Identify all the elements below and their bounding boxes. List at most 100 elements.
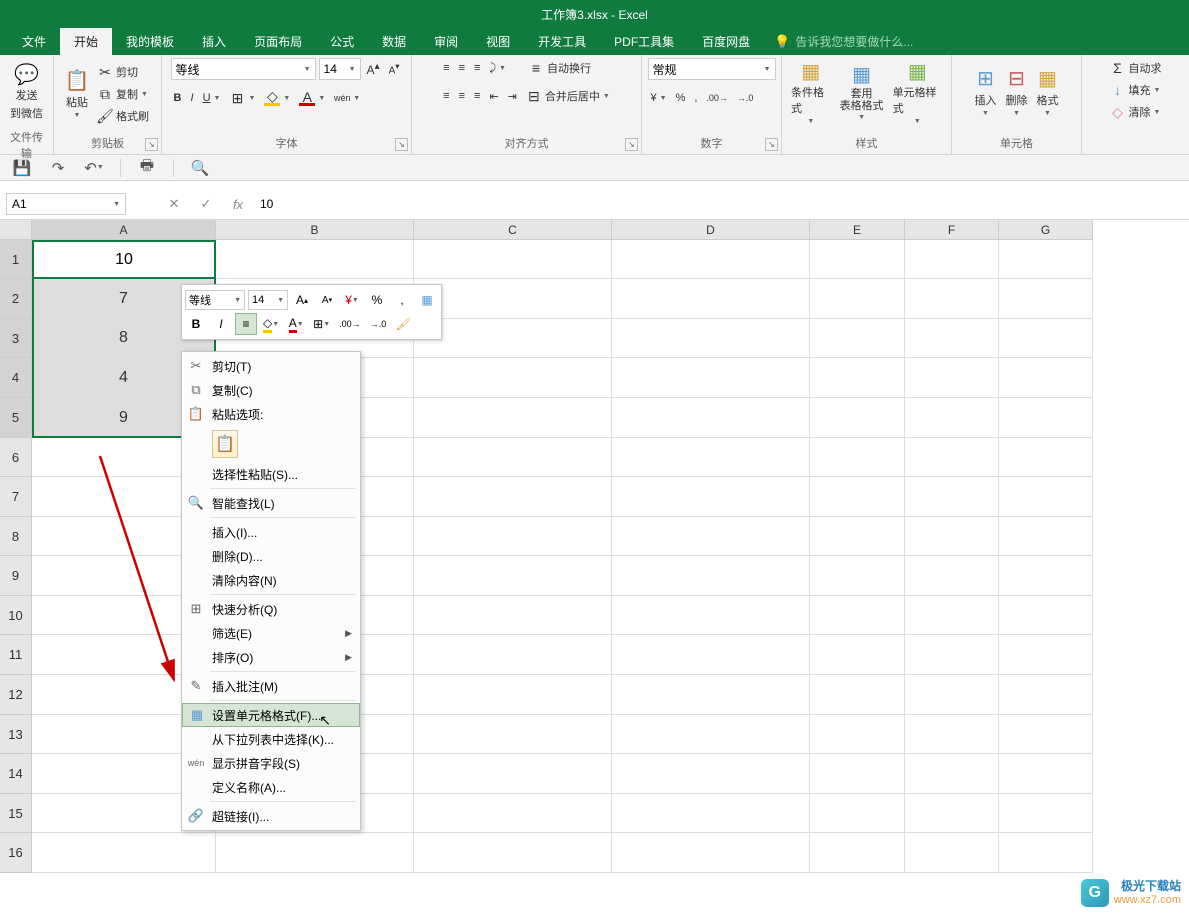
currency-button[interactable]: ¥▼	[648, 88, 670, 108]
align-launcher[interactable]: ↘	[625, 138, 638, 151]
formula-input[interactable]: 10	[252, 197, 1189, 211]
increase-indent-button[interactable]: ⇥	[505, 86, 520, 106]
orientation-button[interactable]: ⤸▼	[486, 58, 509, 78]
tab-pdf[interactable]: PDF工具集	[600, 28, 688, 55]
font-color-button[interactable]: A▼	[296, 88, 328, 108]
tellme-box[interactable]: 💡 告诉我您想要做什么...	[764, 28, 923, 55]
tab-insert[interactable]: 插入	[188, 28, 240, 55]
cell-C3[interactable]	[414, 319, 612, 358]
number-launcher[interactable]: ↘	[765, 138, 778, 151]
tab-dev[interactable]: 开发工具	[524, 28, 600, 55]
cell-C9[interactable]	[414, 556, 612, 596]
cell-F15[interactable]	[905, 794, 999, 833]
cell-E2[interactable]	[810, 279, 905, 319]
tab-review[interactable]: 审阅	[420, 28, 472, 55]
row-header-12[interactable]: 12	[0, 675, 32, 715]
cell-E14[interactable]	[810, 754, 905, 794]
cell-D7[interactable]	[612, 477, 810, 517]
col-header-D[interactable]: D	[612, 220, 810, 240]
cell-F7[interactable]	[905, 477, 999, 517]
tab-formula[interactable]: 公式	[316, 28, 368, 55]
cell-E11[interactable]	[810, 635, 905, 675]
cell-A16[interactable]	[32, 833, 216, 873]
cell-G5[interactable]	[999, 398, 1093, 438]
col-header-G[interactable]: G	[999, 220, 1093, 240]
ctx-dropdown-pick[interactable]: 从下拉列表中选择(K)...	[182, 727, 360, 751]
mini-italic-button[interactable]: I	[210, 313, 232, 335]
qat-redo-button[interactable]: ↷	[48, 158, 68, 178]
cell-G13[interactable]	[999, 715, 1093, 754]
format-cells-button[interactable]: ▦格式▼	[1034, 58, 1062, 126]
cell-F8[interactable]	[905, 517, 999, 556]
cell-F9[interactable]	[905, 556, 999, 596]
row-header-11[interactable]: 11	[0, 635, 32, 675]
row-header-2[interactable]: 2	[0, 279, 32, 319]
cell-D3[interactable]	[612, 319, 810, 358]
format-painter-button[interactable]: 🖌格式刷	[94, 106, 152, 126]
ctx-format-cells[interactable]: ▦设置单元格格式(F)... ↖	[182, 703, 360, 727]
cell-E12[interactable]	[810, 675, 905, 715]
mini-inc-decimal-button[interactable]: .00→	[336, 313, 364, 335]
cell-C15[interactable]	[414, 794, 612, 833]
ctx-insert-comment[interactable]: ✎插入批注(M)	[182, 674, 360, 698]
cell-G10[interactable]	[999, 596, 1093, 635]
row-header-14[interactable]: 14	[0, 754, 32, 794]
decrease-font-button[interactable]: A▾	[386, 59, 403, 79]
percent-button[interactable]: %	[673, 88, 689, 108]
merge-center-button[interactable]: ⊟合并后居中▼	[523, 86, 613, 106]
tab-home[interactable]: 开始	[60, 28, 112, 55]
tab-file[interactable]: 文件	[8, 28, 60, 55]
cell-C4[interactable]	[414, 358, 612, 398]
align-right-button[interactable]: ≡	[471, 86, 483, 106]
cell-E6[interactable]	[810, 438, 905, 477]
mini-font-color-button[interactable]: A▼	[285, 313, 307, 335]
cell-G12[interactable]	[999, 675, 1093, 715]
select-all-corner[interactable]	[0, 220, 32, 240]
cell-F6[interactable]	[905, 438, 999, 477]
font-name-select[interactable]: 等线▼	[171, 58, 316, 80]
insert-cells-button[interactable]: ⊞插入▼	[972, 58, 1000, 126]
cell-C10[interactable]	[414, 596, 612, 635]
mini-inc-font-button[interactable]: A▴	[291, 289, 313, 311]
comma-button[interactable]: ,	[691, 88, 700, 108]
cell-E3[interactable]	[810, 319, 905, 358]
cell-C1[interactable]	[414, 240, 612, 279]
align-bottom-button[interactable]: ≡	[471, 58, 483, 78]
cell-G8[interactable]	[999, 517, 1093, 556]
align-left-button[interactable]: ≡	[440, 86, 452, 106]
conditional-format-button[interactable]: ▦条件格式▼	[788, 58, 834, 127]
cell-G11[interactable]	[999, 635, 1093, 675]
qat-print-button[interactable]: 🖶	[137, 158, 157, 178]
ctx-filter[interactable]: 筛选(E)▶	[182, 621, 360, 645]
cell-D8[interactable]	[612, 517, 810, 556]
cell-C2[interactable]	[414, 279, 612, 319]
cell-F14[interactable]	[905, 754, 999, 794]
tab-data[interactable]: 数据	[368, 28, 420, 55]
cell-E16[interactable]	[810, 833, 905, 873]
row-header-13[interactable]: 13	[0, 715, 32, 754]
cell-D9[interactable]	[612, 556, 810, 596]
mini-format-painter-button[interactable]: 🖌	[392, 313, 414, 335]
col-header-C[interactable]: C	[414, 220, 612, 240]
cell-E13[interactable]	[810, 715, 905, 754]
cell-D10[interactable]	[612, 596, 810, 635]
tab-baidu[interactable]: 百度网盘	[688, 28, 764, 55]
border-button[interactable]: ⊞▼	[226, 88, 258, 108]
ctx-insert[interactable]: 插入(I)...	[182, 520, 360, 544]
cell-F3[interactable]	[905, 319, 999, 358]
row-header-9[interactable]: 9	[0, 556, 32, 596]
cell-D1[interactable]	[612, 240, 810, 279]
cell-F11[interactable]	[905, 635, 999, 675]
paste-option-default[interactable]: 📋	[212, 430, 238, 458]
align-top-button[interactable]: ≡	[440, 58, 452, 78]
row-header-7[interactable]: 7	[0, 477, 32, 517]
decrease-decimal-button[interactable]: →.0	[734, 88, 757, 108]
increase-decimal-button[interactable]: .00→	[703, 88, 731, 108]
table-format-button[interactable]: ▦套用 表格格式▼	[837, 59, 887, 127]
tab-view[interactable]: 视图	[472, 28, 524, 55]
name-box[interactable]: A1▼	[6, 193, 126, 215]
cell-D13[interactable]	[612, 715, 810, 754]
ctx-cut[interactable]: ✂剪切(T)	[182, 354, 360, 378]
cell-E9[interactable]	[810, 556, 905, 596]
wrap-text-button[interactable]: ≡自动换行	[525, 58, 594, 78]
